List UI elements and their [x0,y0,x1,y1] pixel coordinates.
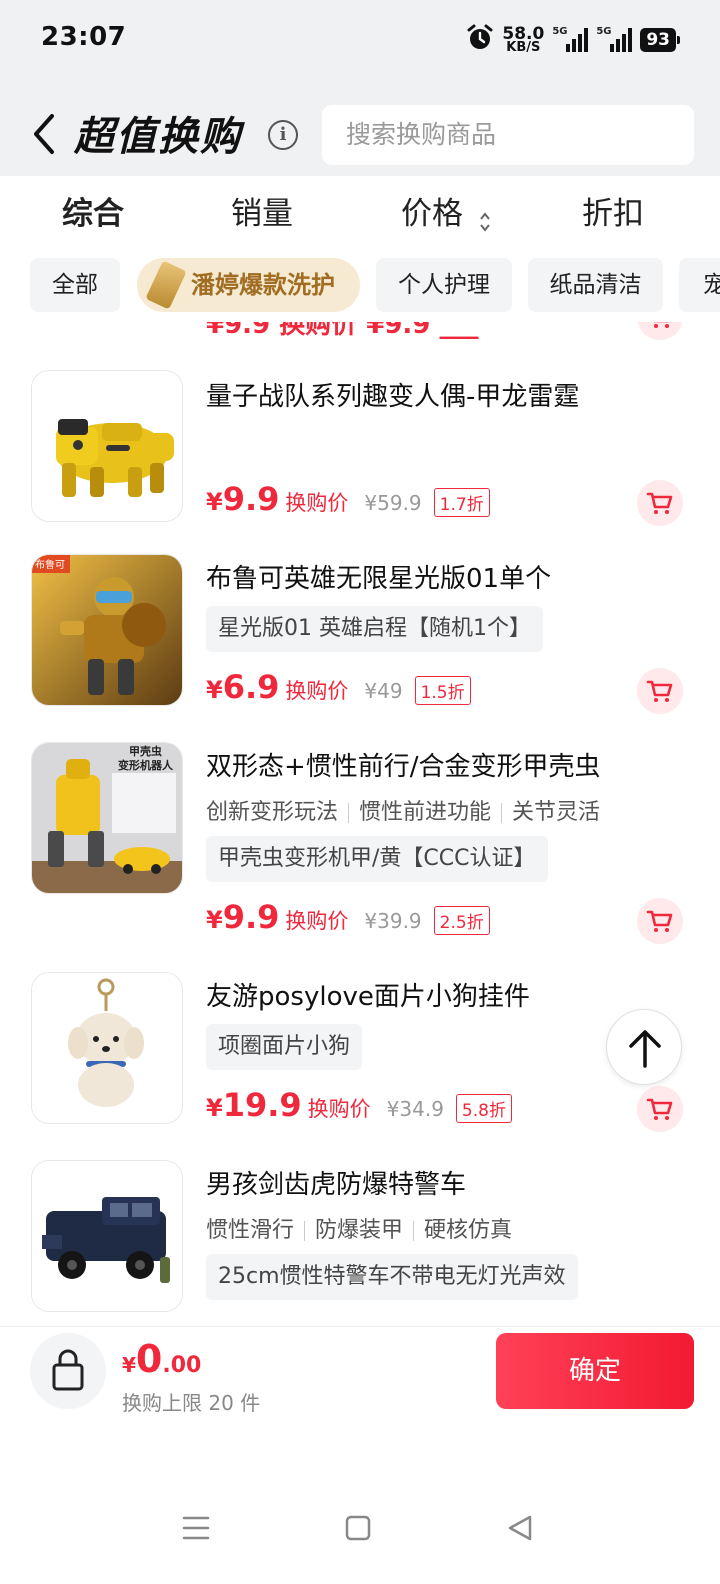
back-icon[interactable] [28,106,64,162]
price-row: ¥ 9.9 换购价 ¥39.9 2.5折 [206,898,490,942]
partial-price: ¥9.9 换购价 ¥9.9 ___ [206,322,479,340]
product-spec[interactable]: 25cm惯性特警车不带电无灯光声效 [206,1254,578,1300]
alarm-icon [466,24,494,56]
total-price: ¥0.00 [122,1337,202,1381]
cart-icon[interactable] [637,480,683,526]
signal-icon: 5G [552,26,589,52]
system-nav-bar [0,1414,720,1584]
product-image[interactable] [31,1160,183,1312]
product-image[interactable] [31,370,183,522]
image-overlay-text: 甲壳虫 变形机器人 [118,745,173,772]
original-price: ¥39.9 [364,909,422,933]
status-icons: 58.0 KB/S 5G 5G 93 [466,24,680,56]
product-spec[interactable]: 星光版01 英雄启程【随机1个】 [206,606,543,652]
signal-icon-2: 5G [596,26,633,52]
price-row: ¥ 9.9 换购价 ¥59.9 1.7折 [206,480,490,524]
svg-text:布鲁可: 布鲁可 [35,558,65,571]
net-speed: 58.0 KB/S [502,24,545,55]
cart-icon[interactable] [637,1086,683,1132]
list-item[interactable]: 甲壳虫 变形机器人 双形态+惯性前行/合金变形甲壳虫 创新变形玩法 惯性前进功能关… [0,742,720,944]
exchange-price: 9.9 [222,898,280,936]
original-price: ¥49 [364,679,403,703]
chip-personal-care[interactable]: 个人护理 [376,258,512,312]
menu-icon[interactable] [176,1508,216,1548]
product-title[interactable]: 男孩剑齿虎防爆特警车 [206,1164,466,1201]
product-list: ¥9.9 换购价 ¥9.9 ___ 量子战队系列趣变人偶-甲龙雷霆 ¥ 9.9 … [0,322,720,1326]
sort-arrows-icon [479,205,491,232]
list-item[interactable]: 量子战队系列趣变人偶-甲龙雷霆 ¥ 9.9 换购价 ¥59.9 1.7折 [0,370,720,530]
exchange-price: 6.9 [222,668,280,706]
product-spec[interactable]: 项圈面片小狗 [206,1024,363,1070]
discount-badge: 5.8折 [455,1094,512,1123]
tab-price[interactable]: 价格 [401,188,491,233]
discount-badge: 1.5折 [414,676,471,705]
product-image[interactable]: 布鲁可 [31,554,183,706]
info-icon[interactable]: i [268,120,298,150]
product-spec[interactable]: 甲壳虫变形机甲/黄【CCC认证】 [206,836,548,882]
tab-comprehensive[interactable]: 综合 [62,188,124,233]
shopping-bag-icon[interactable] [30,1333,106,1409]
search-input[interactable]: 搜索换购商品 [322,105,694,165]
battery-icon: 93 [640,28,680,52]
back-nav-icon[interactable] [500,1508,540,1548]
sort-tabs: 综合 销量 价格 折扣 [0,176,720,246]
confirm-button[interactable]: 确定 [496,1333,694,1409]
shampoo-bottle-icon [145,260,187,310]
cart-icon[interactable] [637,668,683,714]
original-price: ¥59.9 [364,491,422,515]
home-icon[interactable] [338,1508,378,1548]
tab-sales[interactable]: 销量 [231,188,293,233]
product-title[interactable]: 布鲁可英雄无限星光版01单个 [206,558,551,595]
chip-pet[interactable]: 宠 [679,258,720,312]
product-title[interactable]: 量子战队系列趣变人偶-甲龙雷霆 [206,376,579,413]
list-item[interactable]: 布鲁可 布鲁可英雄无限星光版01单个 星光版01 英雄启程【随机1个】 ¥ 6.… [0,554,720,714]
status-time: 23:07 [41,22,127,52]
discount-badge: 1.7折 [433,488,490,517]
product-title[interactable]: 友游posylove面片小狗挂件 [206,976,530,1013]
original-price: ¥34.9 [386,1097,444,1121]
product-image[interactable] [31,972,183,1124]
page-title: 超值换购 [74,114,242,160]
checkout-bar: ¥0.00 换购上限 20 件 确定 [0,1326,720,1415]
product-features: 创新变形玩法 惯性前进功能 关节灵活 [206,800,601,825]
chip-pantene[interactable]: 潘婷爆款洗护 [137,258,360,312]
product-image[interactable]: 甲壳虫 变形机器人 [31,742,183,894]
price-row: ¥ 6.9 换购价 ¥49 1.5折 [206,668,471,712]
category-chips: 全部 潘婷爆款洗护 个人护理 纸品清洁 宠 [0,250,720,322]
exchange-limit: 换购上限 20 件 [122,1391,261,1415]
tab-discount[interactable]: 折扣 [582,188,644,233]
exchange-price: 19.9 [222,1086,302,1124]
cart-icon[interactable] [637,898,683,944]
chip-paper-cleaning[interactable]: 纸品清洁 [528,258,663,312]
cart-icon[interactable] [637,322,683,340]
price-row: ¥ 19.9 换购价 ¥34.9 5.8折 [206,1086,512,1130]
list-item-partial: ¥9.9 换购价 ¥9.9 ___ [0,322,720,344]
discount-badge: 2.5折 [433,906,490,935]
page-header: 超值换购 i 搜索换购商品 [0,80,720,176]
list-item[interactable]: 男孩剑齿虎防爆特警车 惯性滑行 防爆装甲 硬核仿真 25cm惯性特警车不带电无灯光声… [0,1160,720,1326]
status-bar: 23:07 58.0 KB/S 5G 5G 93 [0,0,720,80]
scroll-to-top-button[interactable] [606,1009,682,1085]
exchange-price: 9.9 [222,480,280,518]
chip-all[interactable]: 全部 [30,258,120,312]
product-title[interactable]: 双形态+惯性前行/合金变形甲壳虫 [206,746,601,783]
product-features: 惯性滑行 防爆装甲 硬核仿真 [206,1218,513,1243]
